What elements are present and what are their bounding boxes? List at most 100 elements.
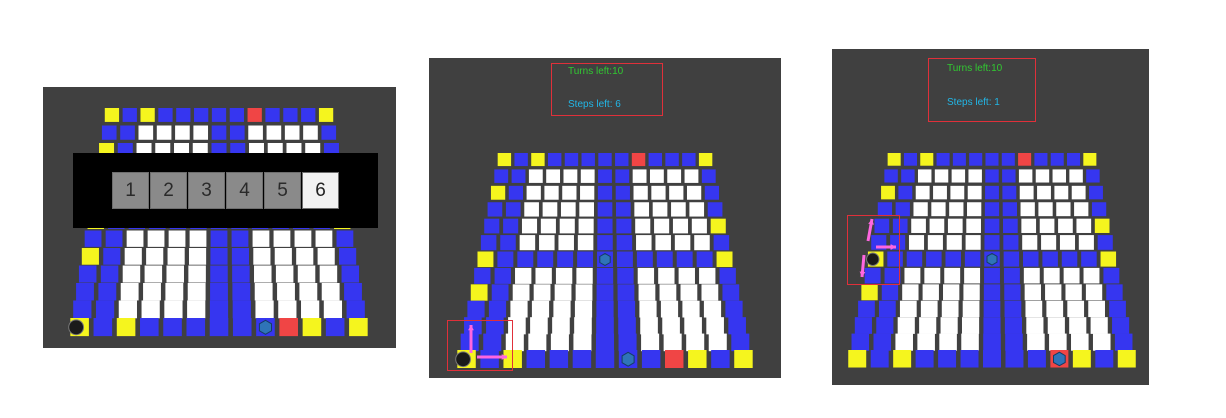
board-tile — [858, 300, 875, 318]
board-tile — [984, 267, 1000, 284]
board-tile — [1054, 185, 1069, 200]
board-tile — [73, 300, 92, 319]
board-tile — [1074, 202, 1089, 217]
board-tile — [572, 350, 592, 368]
board-tile — [519, 235, 536, 251]
board-tile — [1088, 300, 1105, 318]
board-tile — [1056, 202, 1071, 217]
board-tile — [649, 169, 664, 183]
board-tile — [638, 284, 656, 301]
board-tile — [983, 317, 1001, 334]
board-tile — [1083, 153, 1097, 166]
board-tile — [95, 300, 115, 319]
board-tile — [1076, 218, 1092, 233]
board-tile — [920, 300, 938, 318]
board-tile — [1081, 251, 1097, 267]
board-tile — [662, 317, 680, 335]
board-tile — [881, 185, 895, 200]
board-tile — [1037, 185, 1051, 200]
board-tile — [517, 251, 534, 268]
board-tile — [562, 185, 577, 200]
board-tile — [533, 284, 551, 301]
board-tile — [660, 300, 679, 318]
board-tile — [577, 251, 594, 268]
board-tile — [1091, 202, 1107, 217]
board-tile — [854, 317, 872, 334]
board-tile — [926, 251, 942, 267]
board-tile — [1065, 284, 1082, 301]
board-tile — [303, 125, 318, 140]
dice-option-3[interactable]: 3 — [188, 172, 225, 209]
board-tile — [193, 125, 209, 140]
board-tile — [631, 153, 646, 167]
board-tile — [229, 108, 244, 122]
board-tile — [138, 125, 154, 140]
board-tile — [514, 153, 528, 167]
board-tile — [676, 251, 693, 268]
dice-option-1[interactable]: 1 — [112, 172, 149, 209]
board-tile — [579, 202, 594, 217]
board-tile — [344, 283, 362, 301]
board-tile — [934, 169, 949, 183]
dice-option-5[interactable]: 5 — [264, 172, 301, 209]
board-tile — [573, 333, 592, 352]
board-tile — [487, 202, 503, 217]
board-tile — [967, 202, 982, 217]
board-tile — [490, 185, 506, 200]
board-tile — [897, 317, 915, 334]
board-tile — [728, 317, 746, 335]
board-tile — [576, 267, 593, 284]
board-tile — [552, 317, 570, 335]
board-tile — [580, 169, 595, 183]
board-tile — [491, 284, 509, 301]
board-tile — [232, 300, 251, 319]
board-tile — [983, 350, 1001, 368]
board-tile — [917, 333, 935, 351]
board-tile — [941, 300, 959, 318]
board-tile — [315, 230, 333, 247]
board-tile — [511, 169, 526, 183]
board-tile — [252, 230, 270, 247]
board-tile — [1003, 251, 1020, 267]
board-tile — [141, 300, 160, 319]
board-tile — [323, 300, 343, 319]
board-tile — [339, 248, 357, 265]
board-tile — [255, 300, 274, 319]
board-tile — [1023, 251, 1039, 267]
board-tile — [302, 318, 322, 337]
board-tile — [710, 218, 726, 234]
board-tile — [81, 248, 99, 265]
board-tile — [1034, 153, 1048, 166]
board-tile — [278, 300, 297, 319]
board-tile — [229, 125, 245, 140]
dice-option-4[interactable]: 4 — [226, 172, 263, 209]
board-tile — [703, 300, 722, 318]
board-tile — [936, 153, 950, 166]
board-tile — [920, 153, 934, 166]
board-tile — [946, 235, 962, 250]
dice-option-2[interactable]: 2 — [150, 172, 187, 209]
board-tile — [967, 185, 982, 200]
board-tile — [544, 185, 559, 200]
board-tile — [1097, 235, 1113, 250]
board-tile — [1072, 350, 1091, 368]
board-tile — [961, 333, 979, 351]
board-tile — [873, 333, 892, 351]
dice-option-6[interactable]: 6 — [302, 172, 339, 209]
board-tile — [983, 300, 1001, 318]
board-tile — [505, 202, 521, 217]
board-tile — [964, 251, 981, 267]
board-tile — [931, 202, 946, 217]
board-tile — [1001, 153, 1015, 166]
board-tile — [848, 350, 867, 368]
board-tile — [167, 248, 185, 265]
board-tile — [188, 248, 207, 265]
board-tile — [103, 248, 121, 265]
board-tile — [701, 284, 719, 301]
board-tile — [1038, 202, 1053, 217]
board-tile — [156, 125, 172, 140]
board-tile — [983, 284, 1001, 301]
board-tile — [949, 202, 964, 217]
board-tile — [1100, 251, 1117, 267]
board-tile — [104, 108, 120, 122]
